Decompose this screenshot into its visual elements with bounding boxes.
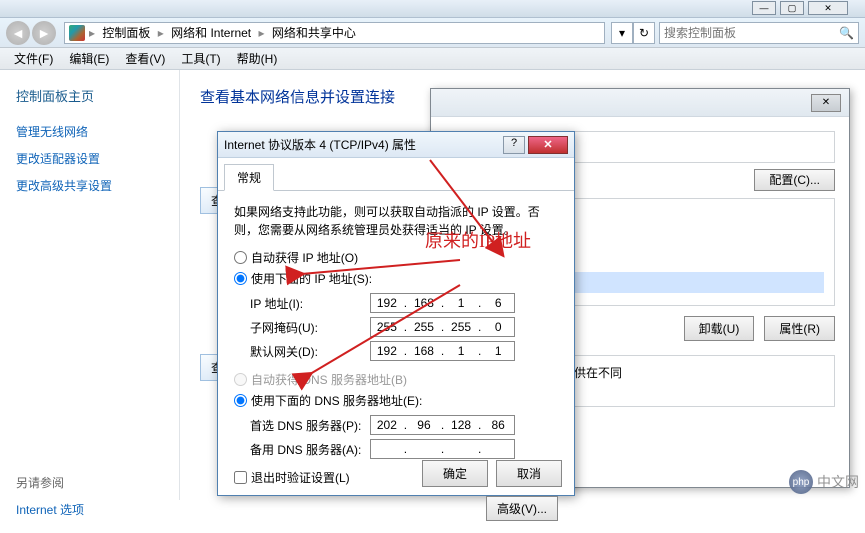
label-auto-dns: 自动获得 DNS 服务器地址(B) — [251, 371, 407, 388]
watermark-text: 中文网 — [817, 472, 859, 492]
label-manual-ip: 使用下面的 IP 地址(S): — [251, 270, 372, 287]
ipv4-properties-dialog: Internet 协议版本 4 (TCP/IPv4) 属性 ? ✕ 常规 如果网… — [217, 131, 575, 496]
sidebar-wireless[interactable]: 管理无线网络 — [16, 123, 163, 140]
tab-general[interactable]: 常规 — [224, 164, 274, 191]
radio-auto-ip[interactable] — [234, 251, 247, 264]
dialog-description: 如果网络支持此功能，则可以获取自动指派的 IP 设置。否则，您需要从网络系统管理… — [234, 203, 558, 239]
mask-input[interactable]: 255.255.255.0 — [370, 317, 515, 337]
minimize-button[interactable]: — — [752, 1, 776, 15]
ip-label: IP 地址(I): — [250, 295, 370, 312]
bg-close-button[interactable]: ✕ — [811, 94, 841, 112]
configure-button[interactable]: 配置(C)... — [754, 169, 835, 191]
menu-file[interactable]: 文件(F) — [6, 48, 61, 69]
dns2-input[interactable]: ... — [370, 439, 515, 459]
crumb-leaf[interactable]: 网络和共享中心 — [272, 26, 356, 40]
radio-auto-dns — [234, 373, 247, 386]
menu-bar: 文件(F) 编辑(E) 查看(V) 工具(T) 帮助(H) — [0, 48, 865, 70]
mask-label: 子网掩码(U): — [250, 319, 370, 336]
properties-button[interactable]: 属性(R) — [764, 316, 835, 341]
menu-help[interactable]: 帮助(H) — [229, 48, 286, 69]
dialog-title: Internet 协议版本 4 (TCP/IPv4) 属性 — [224, 136, 503, 153]
window-titlebar: — ▢ ✕ — [0, 0, 865, 18]
gateway-input[interactable]: 192.168.1.1 — [370, 341, 515, 361]
sidebar-adapter[interactable]: 更改适配器设置 — [16, 150, 163, 167]
menu-tools[interactable]: 工具(T) — [173, 48, 228, 69]
crumb-mid[interactable]: 网络和 Internet — [171, 26, 251, 40]
label-manual-dns: 使用下面的 DNS 服务器地址(E): — [251, 392, 422, 409]
close-button[interactable]: ✕ — [808, 1, 848, 15]
cancel-button[interactable]: 取消 — [496, 460, 562, 487]
control-panel-icon — [69, 25, 85, 41]
validate-checkbox[interactable] — [234, 471, 247, 484]
menu-edit[interactable]: 编辑(E) — [61, 48, 117, 69]
dns1-input[interactable]: 202.96.128.86 — [370, 415, 515, 435]
forward-button[interactable]: ► — [32, 21, 56, 45]
dialog-close-button[interactable]: ✕ — [528, 136, 568, 154]
dns1-label: 首选 DNS 服务器(P): — [250, 417, 370, 434]
search-box[interactable]: 🔍 — [659, 22, 859, 44]
label-auto-ip: 自动获得 IP 地址(O) — [251, 249, 358, 266]
search-icon: 🔍 — [839, 26, 854, 40]
radio-manual-dns[interactable] — [234, 394, 247, 407]
sidebar-home[interactable]: 控制面板主页 — [16, 86, 163, 105]
see-also-label: 另请参阅 — [16, 474, 163, 491]
maximize-button[interactable]: ▢ — [780, 1, 804, 15]
search-input[interactable] — [664, 26, 839, 40]
validate-label: 退出时验证设置(L) — [251, 469, 350, 486]
menu-view[interactable]: 查看(V) — [117, 48, 173, 69]
gw-label: 默认网关(D): — [250, 343, 370, 360]
back-button[interactable]: ◄ — [6, 21, 30, 45]
refresh-button[interactable]: ↻ — [633, 22, 655, 44]
breadcrumb-box[interactable]: ▸ 控制面板 ▸ 网络和 Internet ▸ 网络和共享中心 — [64, 22, 605, 44]
ok-button[interactable]: 确定 — [422, 460, 488, 487]
watermark-logo: php — [789, 470, 813, 494]
history-dropdown[interactable]: ▾ — [611, 22, 633, 44]
sidebar-sharing[interactable]: 更改高级共享设置 — [16, 177, 163, 194]
ip-input[interactable]: 192.168.1.6 — [370, 293, 515, 313]
radio-manual-ip[interactable] — [234, 272, 247, 285]
watermark: php 中文网 — [789, 470, 859, 494]
sidebar: 控制面板主页 管理无线网络 更改适配器设置 更改高级共享设置 另请参阅 Inte… — [0, 70, 180, 500]
dns2-label: 备用 DNS 服务器(A): — [250, 441, 370, 458]
crumb-root[interactable]: 控制面板 — [102, 26, 150, 40]
help-button[interactable]: ? — [503, 136, 525, 154]
address-bar: ◄ ► ▸ 控制面板 ▸ 网络和 Internet ▸ 网络和共享中心 ▾ ↻ … — [0, 18, 865, 48]
uninstall-button[interactable]: 卸载(U) — [684, 316, 755, 341]
sidebar-internet-options[interactable]: Internet 选项 — [16, 501, 163, 518]
